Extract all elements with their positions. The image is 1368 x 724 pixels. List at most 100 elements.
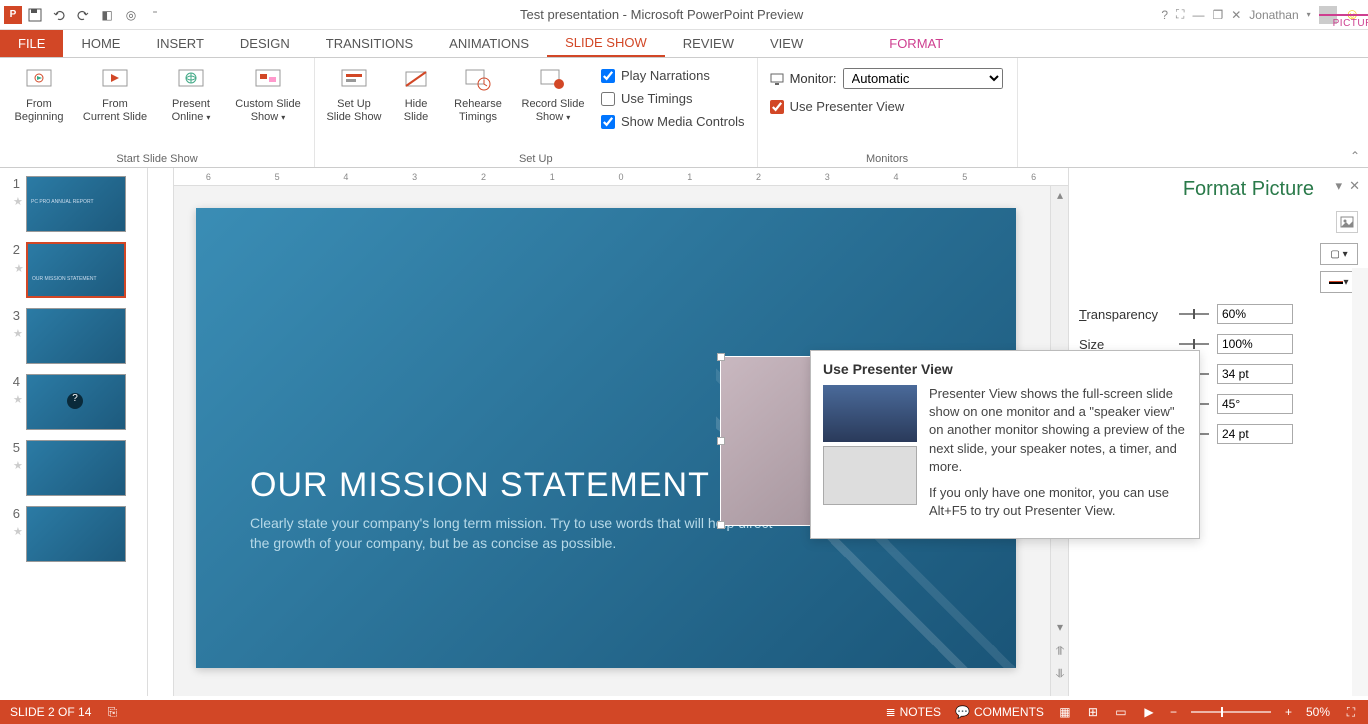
from-beginning-button[interactable]: From Beginning bbox=[6, 62, 72, 126]
ribbon-group-setup: Set Up Slide Show Hide Slide Rehearse Ti… bbox=[315, 58, 758, 167]
collapse-ribbon-icon[interactable]: ⌃ bbox=[1350, 149, 1360, 163]
qat-dropdown-icon[interactable]: ⁼ bbox=[144, 4, 166, 26]
transparency-slider[interactable] bbox=[1179, 309, 1209, 319]
next-slide-icon[interactable]: ⥥ bbox=[1051, 664, 1069, 682]
prev-slide-icon[interactable]: ⥣ bbox=[1051, 642, 1069, 660]
thumb-2[interactable]: 2★OUR MISSION STATEMENT bbox=[6, 242, 141, 298]
rehearse-timings-button[interactable]: Rehearse Timings bbox=[445, 62, 511, 126]
size-input[interactable] bbox=[1217, 334, 1293, 354]
preset-dropdown[interactable]: ▢ ▾ bbox=[1320, 243, 1358, 265]
tab-format[interactable]: FORMAT bbox=[871, 30, 961, 57]
slideshow-view-icon[interactable]: ▶ bbox=[1142, 705, 1156, 719]
spellcheck-icon[interactable]: ⎘ bbox=[105, 705, 119, 719]
thumb-3[interactable]: 3★ bbox=[6, 308, 141, 364]
tooltip-title: Use Presenter View bbox=[823, 361, 1187, 377]
monitor-label: Monitor: bbox=[790, 71, 837, 86]
sorter-view-icon[interactable]: ⊞ bbox=[1086, 705, 1100, 719]
sidepanel-title: Format PiFormat Picture bbox=[1079, 178, 1358, 201]
tooltip-text: Presenter View shows the full-screen sli… bbox=[929, 385, 1187, 528]
blur-input[interactable] bbox=[1217, 364, 1293, 384]
from-current-slide-button[interactable]: From Current Slide bbox=[76, 62, 154, 126]
use-presenter-view-checkbox[interactable]: Use Presenter View bbox=[764, 95, 1011, 118]
body-area: 1★PC PRO ANNUAL REPORT 2★OUR MISSION STA… bbox=[0, 168, 1368, 696]
redo-icon[interactable] bbox=[72, 4, 94, 26]
ribbon-tabs: FILE HOME INSERT DESIGN TRANSITIONS ANIM… bbox=[0, 30, 1368, 58]
thumb-5[interactable]: 5★ bbox=[6, 440, 141, 496]
ribbon-group-label: Set Up bbox=[321, 151, 751, 167]
titlebar: P ◧ ◎ ⁼ Test presentation - Microsoft Po… bbox=[0, 0, 1368, 30]
scroll-up-icon[interactable]: ▴ bbox=[1051, 186, 1069, 204]
picture-category-icon[interactable] bbox=[1336, 211, 1358, 233]
hide-slide-button[interactable]: Hide Slide bbox=[391, 62, 441, 126]
close-icon[interactable]: ✕ bbox=[1231, 8, 1241, 22]
play-narrations-checkbox[interactable]: Play Narrations bbox=[595, 64, 751, 87]
zoom-in-icon[interactable]: + bbox=[1285, 705, 1292, 719]
user-dropdown-icon[interactable]: ▾ bbox=[1307, 10, 1311, 19]
qat-icon[interactable]: ◧ bbox=[96, 4, 118, 26]
zoom-slider[interactable] bbox=[1191, 711, 1271, 713]
ribbon-group-label: Start Slide Show bbox=[6, 151, 308, 167]
monitor-select[interactable]: Automatic bbox=[843, 68, 1003, 89]
tab-insert[interactable]: INSERT bbox=[138, 30, 221, 57]
help-icon[interactable]: ? bbox=[1161, 8, 1168, 22]
normal-view-icon[interactable]: ▦ bbox=[1058, 705, 1072, 719]
thumb-6[interactable]: 6★ bbox=[6, 506, 141, 562]
slide-title-text[interactable]: OUR MISSION STATEMENT bbox=[250, 466, 710, 505]
reading-view-icon[interactable]: ▭ bbox=[1114, 705, 1128, 719]
transparency-row: TTransparencyransparency bbox=[1079, 299, 1358, 329]
tab-home[interactable]: HOME bbox=[63, 30, 138, 57]
thumb-4[interactable]: 4★? bbox=[6, 374, 141, 430]
monitor-icon bbox=[770, 72, 784, 86]
slide-counter[interactable]: SLIDE 2 OF 14 bbox=[10, 705, 91, 719]
quick-access-toolbar: P ◧ ◎ ⁼ bbox=[0, 4, 170, 26]
setup-slideshow-button[interactable]: Set Up Slide Show bbox=[321, 62, 387, 126]
window-title: Test presentation - Microsoft PowerPoint… bbox=[520, 7, 803, 22]
user-name[interactable]: Jonathan bbox=[1249, 8, 1298, 22]
tab-file[interactable]: FILE bbox=[0, 30, 63, 57]
present-online-button[interactable]: Present Online ▾ bbox=[158, 62, 224, 126]
ribbon-group-monitors: Monitor: Automatic Use Presenter View Mo… bbox=[758, 58, 1018, 167]
distance-input[interactable] bbox=[1217, 424, 1293, 444]
ribbon-display-icon[interactable]: ⛶ bbox=[1176, 7, 1184, 22]
tooltip-image bbox=[823, 385, 917, 505]
presenter-view-tooltip: Use Presenter View Presenter View shows … bbox=[810, 350, 1200, 539]
ribbon-group-start-slideshow: From Beginning From Current Slide Presen… bbox=[0, 58, 315, 167]
undo-icon[interactable] bbox=[48, 4, 70, 26]
tab-view[interactable]: VIEW bbox=[752, 30, 821, 57]
custom-slideshow-button[interactable]: Custom Slide Show ▾ bbox=[228, 62, 308, 126]
tab-design[interactable]: DESIGN bbox=[222, 30, 308, 57]
transparency-input[interactable] bbox=[1217, 304, 1293, 324]
notes-button[interactable]: ≣ NOTES bbox=[886, 705, 941, 719]
angle-input[interactable] bbox=[1217, 394, 1293, 414]
vertical-ruler bbox=[148, 168, 174, 696]
close-panel-icon[interactable]: ✕ bbox=[1349, 178, 1360, 194]
show-media-controls-checkbox[interactable]: Show Media Controls bbox=[595, 110, 751, 133]
app-icon: P bbox=[4, 6, 22, 24]
minimize-icon[interactable]: — bbox=[1192, 8, 1204, 22]
contextual-tab-label: PICTURE TOOLS bbox=[1319, 14, 1368, 31]
record-slideshow-button[interactable]: Record Slide Show ▾ bbox=[515, 62, 591, 126]
thumb-1[interactable]: 1★PC PRO ANNUAL REPORT bbox=[6, 176, 141, 232]
slide-thumbnails[interactable]: 1★PC PRO ANNUAL REPORT 2★OUR MISSION STA… bbox=[0, 168, 148, 696]
save-icon[interactable] bbox=[24, 4, 46, 26]
tab-slideshow[interactable]: SLIDE SHOW bbox=[547, 30, 665, 57]
maximize-icon[interactable]: ❐ bbox=[1212, 8, 1223, 22]
ribbon: From Beginning From Current Slide Presen… bbox=[0, 58, 1368, 168]
zoom-out-icon[interactable]: − bbox=[1170, 705, 1177, 719]
tab-review[interactable]: REVIEW bbox=[665, 30, 752, 57]
use-timings-checkbox[interactable]: Use Timings bbox=[595, 87, 751, 110]
sidepanel-category-icons bbox=[1079, 211, 1358, 233]
panel-options-icon[interactable]: ▾ bbox=[1335, 178, 1342, 194]
comments-button[interactable]: 💬 COMMENTS bbox=[955, 705, 1044, 719]
tab-animations[interactable]: ANIMATIONS bbox=[431, 30, 547, 57]
fit-to-window-icon[interactable]: ⛶ bbox=[1344, 705, 1358, 719]
qat-icon[interactable]: ◎ bbox=[120, 4, 142, 26]
zoom-level[interactable]: 50% bbox=[1306, 705, 1330, 719]
ribbon-group-label: Monitors bbox=[764, 151, 1011, 167]
tab-transitions[interactable]: TRANSITIONS bbox=[308, 30, 431, 57]
sidepanel-scrollbar[interactable] bbox=[1352, 268, 1368, 696]
size-slider[interactable] bbox=[1179, 339, 1209, 349]
slide-body-text[interactable]: Clearly state your company's long term m… bbox=[250, 514, 790, 553]
scroll-down-icon[interactable]: ▾ bbox=[1051, 618, 1069, 636]
statusbar: SLIDE 2 OF 14 ⎘ ≣ NOTES 💬 COMMENTS ▦ ⊞ ▭… bbox=[0, 700, 1368, 724]
